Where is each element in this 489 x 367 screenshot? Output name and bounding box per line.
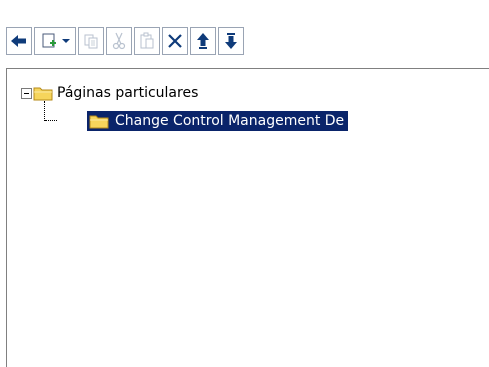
- arrow-down-icon: [224, 32, 238, 50]
- arrow-up-icon: [196, 32, 210, 50]
- tree-node-label: Páginas particulares: [57, 85, 199, 101]
- new-page-icon: [41, 32, 59, 50]
- move-up-button[interactable]: [190, 27, 216, 55]
- move-down-button[interactable]: [218, 27, 244, 55]
- tree-node-label: Change Control Management De: [115, 113, 345, 129]
- tree-node-child[interactable]: Change Control Management De: [87, 111, 349, 131]
- collapse-icon[interactable]: [21, 87, 32, 99]
- toolbar: [6, 26, 246, 56]
- tree-connector: [44, 101, 46, 121]
- back-button[interactable]: [6, 27, 32, 55]
- delete-icon: [167, 33, 183, 49]
- arrow-left-icon: [10, 34, 28, 48]
- paste-button[interactable]: [134, 27, 160, 55]
- cut-icon: [112, 32, 126, 50]
- selected-node[interactable]: Change Control Management De: [87, 111, 349, 131]
- cut-button[interactable]: [106, 27, 132, 55]
- chevron-down-icon[interactable]: [61, 38, 70, 44]
- folder-icon: [89, 113, 109, 129]
- paste-icon: [139, 32, 155, 50]
- copy-button[interactable]: [78, 27, 104, 55]
- new-page-button[interactable]: [34, 27, 76, 55]
- tree-node-root[interactable]: Páginas particulares: [21, 83, 198, 103]
- page-tree: Páginas particulares Change Control Mana…: [6, 68, 489, 367]
- delete-button[interactable]: [162, 27, 188, 55]
- tree-connector: [45, 120, 57, 122]
- folder-open-icon: [33, 85, 53, 101]
- page: Páginas particulares Change Control Mana…: [0, 0, 489, 367]
- copy-icon: [83, 33, 99, 49]
